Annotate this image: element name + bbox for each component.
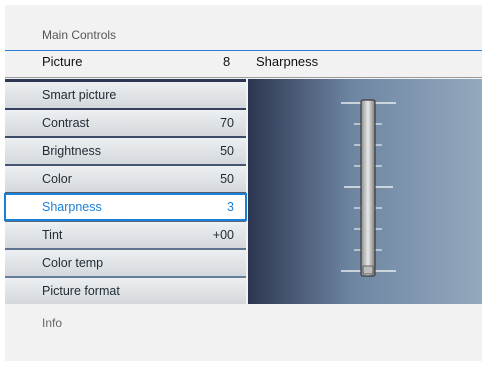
- menu-item-label: Tint: [42, 228, 63, 242]
- menu-item-color-temp[interactable]: Color temp: [5, 250, 246, 276]
- breadcrumb: Main Controls: [42, 28, 117, 42]
- slider-track: [360, 99, 376, 277]
- selected-item-title: Sharpness: [256, 54, 319, 69]
- menu-item-brightness[interactable]: Brightness 50: [5, 138, 246, 164]
- menu-item-value: 50: [220, 172, 234, 186]
- menu-item-color[interactable]: Color 50: [5, 166, 246, 192]
- menu-item-label: Contrast: [42, 116, 90, 130]
- tv-menu-screen: Main Controls Picture 8 Sharpness Smart …: [4, 5, 482, 361]
- menu-item-value: +00: [212, 228, 234, 242]
- sharpness-slider-panel: [248, 79, 482, 304]
- menu-item-label: Brightness: [42, 144, 102, 158]
- menu-item-smart-picture[interactable]: Smart picture: [5, 82, 246, 108]
- menu-item-count: 8: [223, 54, 231, 69]
- menu-item-value: 50: [220, 144, 234, 158]
- menu-item-label: Color temp: [42, 256, 104, 270]
- menu-item-value: 70: [220, 116, 234, 130]
- menu-title: Picture: [42, 54, 83, 69]
- sharpness-slider[interactable]: [248, 79, 482, 304]
- menu-item-picture-format[interactable]: Picture format: [5, 278, 246, 304]
- slider-thumb[interactable]: [362, 265, 374, 275]
- menu-item-label: Picture format: [42, 284, 120, 298]
- menu-item-label: Sharpness: [42, 200, 102, 214]
- menu-item-tint[interactable]: Tint +00: [5, 222, 246, 248]
- menu-item-sharpness[interactable]: Sharpness 3: [4, 193, 247, 221]
- header-divider: [5, 50, 482, 51]
- menu-item-label: Smart picture: [42, 88, 117, 102]
- info-label: Info: [42, 316, 63, 330]
- menu-item-contrast[interactable]: Contrast 70: [5, 110, 246, 136]
- header-bottom-divider: [5, 77, 482, 78]
- menu-item-label: Color: [42, 172, 72, 186]
- menu-item-value: 3: [227, 200, 234, 214]
- menu-list: Smart picture Contrast 70 Brightness 50 …: [4, 79, 247, 304]
